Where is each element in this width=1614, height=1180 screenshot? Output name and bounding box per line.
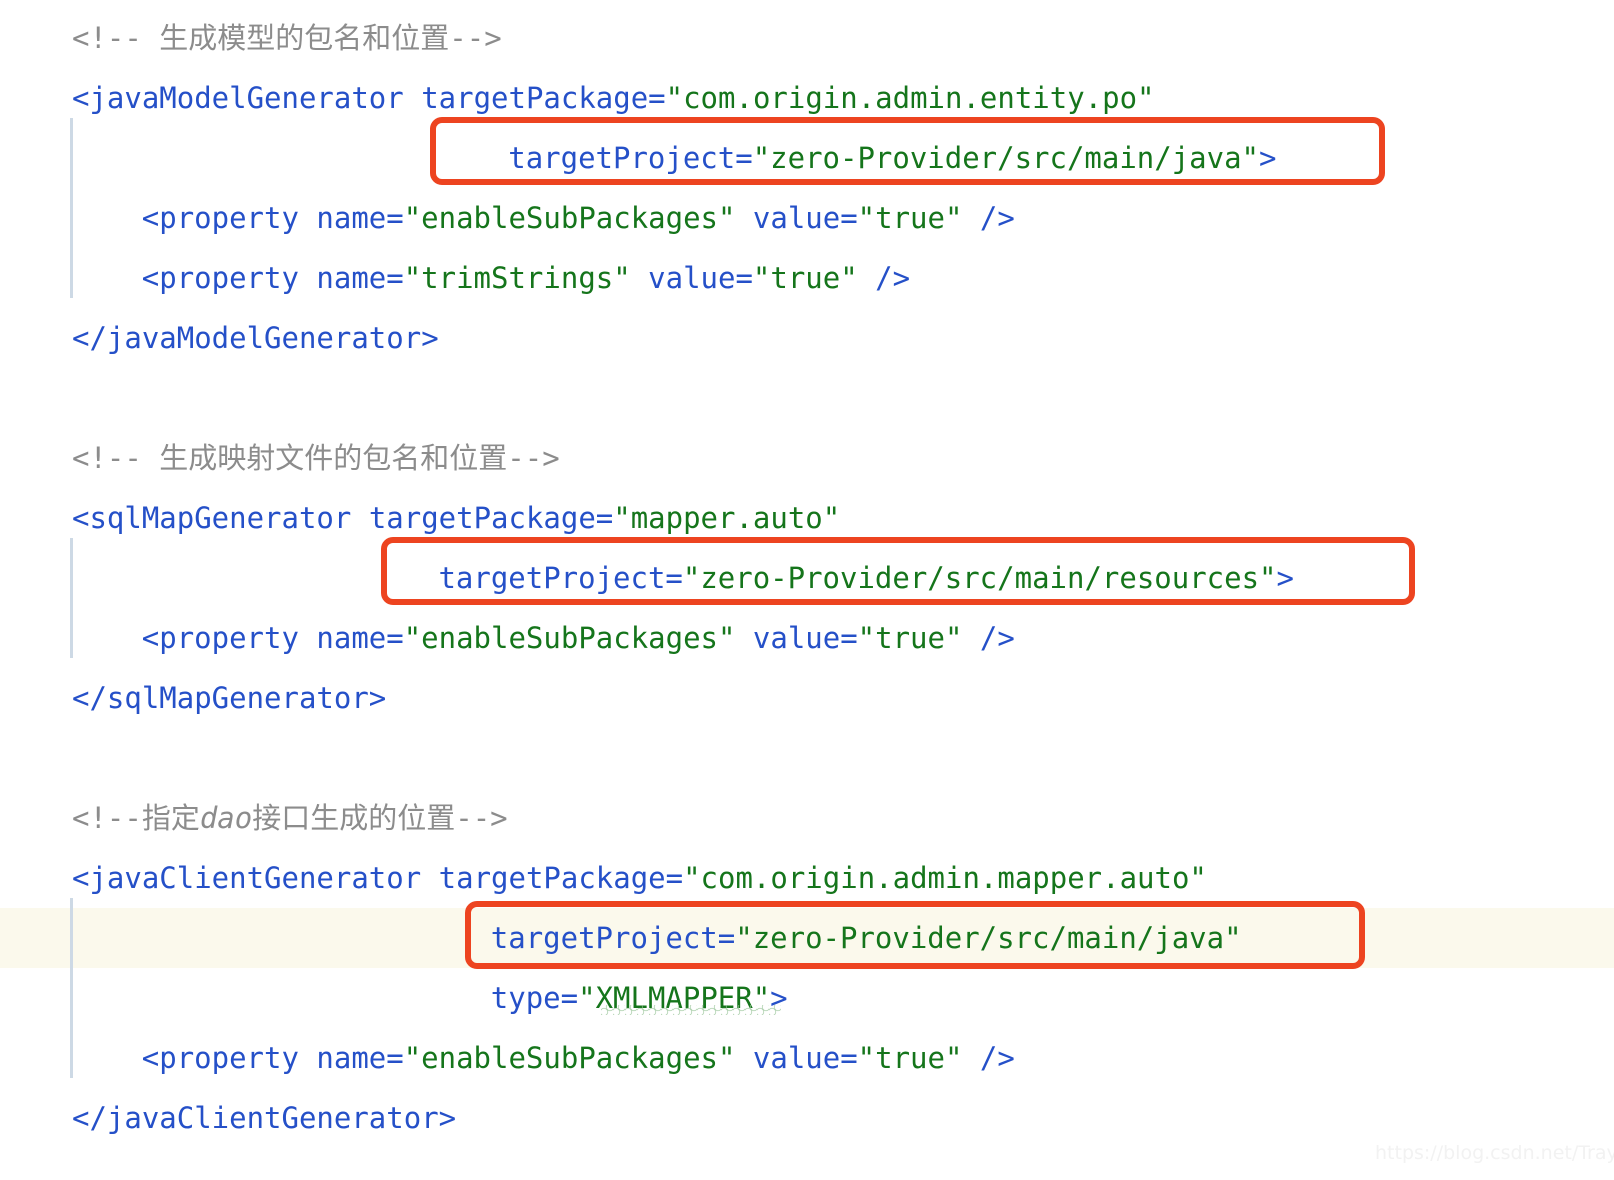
token-tag: <property	[141, 201, 317, 235]
code-line[interactable]: targetProject="zero-Provider/src/main/re…	[0, 548, 1614, 608]
token-attr: name=	[316, 261, 404, 295]
token-str: "true"	[752, 261, 858, 295]
token-attr: targetPackage=	[368, 501, 614, 535]
token-str: "zero-Provider/src/main/java"	[752, 141, 1260, 175]
token-attr: targetProject=	[438, 561, 683, 595]
code-line[interactable]: </javaClientGenerator>	[0, 1088, 1614, 1148]
code-line-text: </sqlMapGenerator>	[72, 668, 386, 728]
token-tag: </javaClientGenerator>	[72, 1101, 457, 1135]
token-str: "mapper.auto"	[613, 501, 841, 535]
token-str: "enableSubPackages"	[403, 201, 736, 235]
token-attr: targetPackage=	[421, 81, 666, 115]
code-snippet-viewer: <!-- 生成模型的包名和位置--> <javaModelGenerator ta…	[0, 0, 1614, 1180]
token-attr: targetPackage=	[438, 861, 684, 895]
token-str: "enableSubPackages"	[403, 1041, 736, 1075]
code-line-text: targetProject="zero-Provider/src/main/re…	[438, 548, 1294, 608]
code-line[interactable]: <property name="trimStrings" value="true…	[0, 248, 1614, 308]
code-line[interactable]: <property name="enableSubPackages" value…	[0, 608, 1614, 668]
code-line-text: <property name="enableSubPackages" value…	[142, 1028, 1015, 1088]
token-attr: name=	[316, 621, 404, 655]
token-punct: />	[962, 201, 1015, 235]
token-tag: value=	[735, 621, 858, 655]
code-line[interactable]: </sqlMapGenerator>	[0, 668, 1614, 728]
code-line-text: <!--指定dao接口生成的位置-->	[72, 788, 508, 848]
token-str: "enableSubPackages"	[403, 621, 736, 655]
xmlmapper-squiggle	[601, 1005, 781, 1015]
code-line[interactable]: <javaClientGenerator targetPackage="com.…	[0, 848, 1614, 908]
token-punct: />	[962, 1041, 1015, 1075]
token-attr: targetProject=	[490, 921, 736, 955]
token-attr: name=	[316, 201, 404, 235]
code-line-text: <property name="enableSubPackages" value…	[142, 188, 1015, 248]
token-comment: <!-- 生成模型的包名和位置-->	[72, 21, 502, 55]
code-line-text: <javaClientGenerator targetPackage="com.…	[72, 848, 1207, 908]
code-line-text: </javaClientGenerator>	[72, 1088, 456, 1148]
token-comment: 接口生成的位置-->	[252, 801, 508, 835]
code-line[interactable]: targetProject="zero-Provider/src/main/ja…	[0, 908, 1614, 968]
code-line-text: targetProject="zero-Provider/src/main/ja…	[508, 128, 1276, 188]
code-line[interactable]: <!-- 生成映射文件的包名和位置-->	[0, 428, 1614, 488]
code-line[interactable]: <!--指定dao接口生成的位置-->	[0, 788, 1614, 848]
code-line-text: targetProject="zero-Provider/src/main/ja…	[491, 908, 1242, 968]
code-line[interactable]: type="XMLMAPPER">	[0, 968, 1614, 1028]
token-punct: />	[857, 261, 911, 295]
token-tag: value=	[735, 1041, 858, 1075]
code-line[interactable]: <sqlMapGenerator targetPackage="mapper.a…	[0, 488, 1614, 548]
token-tag: </sqlMapGenerator>	[72, 681, 387, 715]
code-line-text: type="XMLMAPPER">	[491, 968, 788, 1028]
token-tag: <sqlMapGenerator	[72, 501, 369, 535]
token-tag: value=	[630, 261, 753, 295]
code-line[interactable]: <property name="enableSubPackages" value…	[0, 188, 1614, 248]
code-line[interactable]: <!-- 生成模型的包名和位置-->	[0, 8, 1614, 68]
code-line-text: <!-- 生成映射文件的包名和位置-->	[72, 428, 560, 488]
token-tag: <javaClientGenerator	[72, 861, 439, 895]
code-line[interactable]: targetProject="zero-Provider/src/main/ja…	[0, 128, 1614, 188]
token-str: "zero-Provider/src/main/java"	[735, 921, 1242, 955]
code-line[interactable]: <property name="enableSubPackages" value…	[0, 1028, 1614, 1088]
token-comment: <!-- 生成映射文件的包名和位置-->	[72, 441, 560, 475]
code-line-text: <sqlMapGenerator targetPackage="mapper.a…	[72, 488, 840, 548]
token-str: "true"	[857, 201, 963, 235]
token-str: "trimStrings"	[403, 261, 631, 295]
code-line[interactable]: <javaModelGenerator targetPackage="com.o…	[0, 68, 1614, 128]
token-comment: dao	[199, 801, 253, 835]
token-comment: <!--指定	[72, 801, 200, 835]
token-attr: name=	[316, 1041, 404, 1075]
token-attr: type=	[490, 981, 579, 1015]
code-line-text: <!-- 生成模型的包名和位置-->	[72, 8, 502, 68]
token-str: "com.origin.admin.entity.po"	[665, 81, 1155, 115]
token-punct: >	[1259, 141, 1277, 175]
token-tag: <javaModelGenerator	[72, 81, 422, 115]
code-line-text: <property name="enableSubPackages" value…	[142, 608, 1015, 668]
code-line-text: <property name="trimStrings" value="true…	[142, 248, 910, 308]
code-line[interactable]: </javaModelGenerator>	[0, 308, 1614, 368]
watermark: https://blog.csdn.net/TrayLei	[1375, 1142, 1614, 1164]
token-punct: >	[1276, 561, 1294, 595]
token-tag: <property	[141, 1041, 317, 1075]
token-str: "true"	[857, 621, 963, 655]
token-tag: </javaModelGenerator>	[72, 321, 439, 355]
token-punct: />	[962, 621, 1015, 655]
code-line-text: <javaModelGenerator targetPackage="com.o…	[72, 68, 1155, 128]
token-tag: <property	[141, 261, 317, 295]
token-str: "com.origin.admin.mapper.auto"	[683, 861, 1207, 895]
token-str: "true"	[857, 1041, 963, 1075]
code-line-text: </javaModelGenerator>	[72, 308, 439, 368]
token-attr: targetProject=	[508, 141, 753, 175]
token-str: "zero-Provider/src/main/resources"	[682, 561, 1277, 595]
token-tag: <property	[141, 621, 317, 655]
token-tag: value=	[735, 201, 858, 235]
